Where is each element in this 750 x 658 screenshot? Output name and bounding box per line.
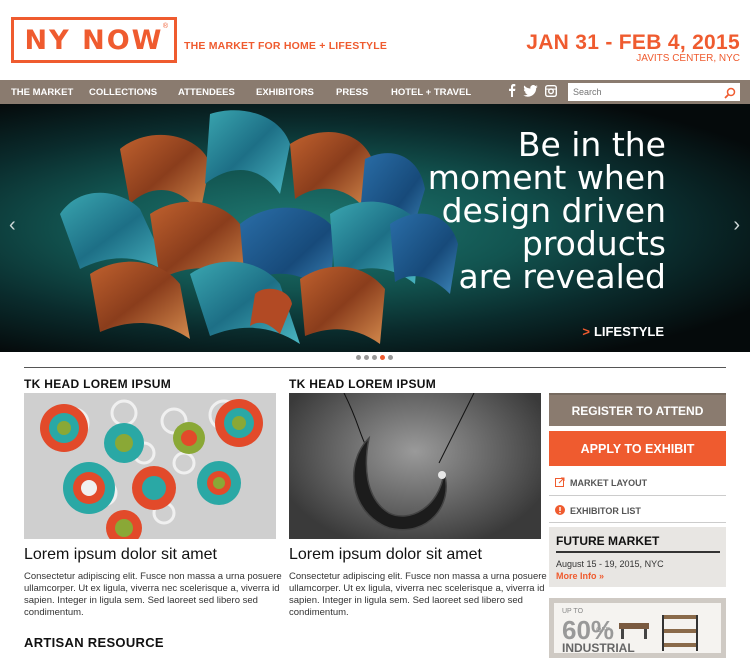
- crescent-necklace-art: [343, 393, 475, 531]
- info-icon: [555, 505, 565, 517]
- event-dates: JAN 31 - FEB 4, 2015: [526, 31, 740, 54]
- exhibitor-list-link[interactable]: EXHIBITOR LIST: [555, 505, 641, 517]
- column-2-description: Consectetur adipiscing elit. Fusce non m…: [289, 571, 547, 618]
- column-2-title[interactable]: Lorem ipsum dolor sit amet: [289, 546, 482, 564]
- carousel-dot-active[interactable]: [380, 355, 385, 360]
- facebook-icon[interactable]: [508, 84, 516, 100]
- nav-item-collections[interactable]: COLLECTIONS: [89, 87, 157, 98]
- map-icon: [555, 477, 565, 489]
- future-market-rule: [556, 551, 720, 553]
- hero-line-4: products: [521, 224, 666, 263]
- column-1-title[interactable]: Lorem ipsum dolor sit amet: [24, 546, 217, 564]
- hero-line-1: Be in the: [517, 125, 666, 164]
- ad-up-to: UP TO: [562, 608, 584, 615]
- carousel-dots: [356, 355, 393, 360]
- market-layout-link[interactable]: MARKET LAYOUT: [555, 477, 647, 489]
- column-2-heading: TK HEAD LOREM IPSUM: [289, 377, 437, 391]
- sidebar-divider: [549, 495, 726, 496]
- market-layout-label: MARKET LAYOUT: [570, 478, 648, 488]
- register-to-attend-button[interactable]: REGISTER TO ATTEND: [549, 393, 726, 426]
- nav-item-the-market[interactable]: THE MARKET: [11, 87, 73, 98]
- column-1-heading: TK HEAD LOREM IPSUM: [24, 377, 172, 391]
- ad-off: OFF: [596, 627, 610, 634]
- instagram-icon[interactable]: [544, 84, 558, 100]
- nav-item-attendees[interactable]: ATTENDEES: [178, 87, 235, 98]
- sidebar-divider: [549, 522, 726, 523]
- hero-line-3: design driven: [441, 191, 666, 230]
- future-market-box: FUTURE MARKET August 15 - 19, 2015, NYC …: [549, 527, 726, 587]
- twitter-icon[interactable]: [523, 84, 538, 100]
- registered-mark: ®: [162, 23, 168, 30]
- nav-item-hotel-travel[interactable]: HOTEL + TRAVEL: [391, 87, 471, 98]
- site-header: NY NOW ® THE MARKET FOR HOME + LIFESTYLE…: [0, 0, 750, 80]
- social-links: [508, 84, 558, 100]
- beaded-jewelry-image[interactable]: [24, 393, 276, 539]
- future-market-date: August 15 - 19, 2015, NYC: [556, 559, 664, 569]
- chevron-right-icon: >: [582, 324, 590, 339]
- search-input[interactable]: [568, 87, 718, 97]
- exhibitor-list-label: EXHIBITOR LIST: [570, 506, 641, 516]
- nav-item-press[interactable]: PRESS: [336, 87, 368, 98]
- carousel-dot[interactable]: [372, 355, 377, 360]
- search-box: [568, 83, 740, 101]
- necklace-image[interactable]: [289, 393, 541, 539]
- carousel-next-arrow[interactable]: ›: [733, 214, 740, 237]
- carousel-dot[interactable]: [388, 355, 393, 360]
- industrial-sale-ad[interactable]: UP TO 60% OFF INDUSTRIAL: [549, 598, 726, 658]
- hero-category-label: LIFESTYLE: [593, 324, 664, 339]
- tagline: THE MARKET FOR HOME + LIFESTYLE: [184, 40, 388, 52]
- logo-text: NY NOW: [24, 24, 164, 56]
- carousel-dot[interactable]: [364, 355, 369, 360]
- hero-headline: Be in the moment when design driven prod…: [428, 128, 666, 293]
- future-market-heading: FUTURE MARKET: [556, 534, 660, 548]
- search-icon[interactable]: [724, 86, 736, 104]
- apply-to-exhibit-button[interactable]: APPLY TO EXHIBIT: [549, 431, 726, 466]
- industrial-furniture-image: [619, 615, 698, 651]
- hero-line-5: are revealed: [458, 257, 666, 296]
- hero-category-link[interactable]: > LIFESTYLE: [582, 324, 664, 339]
- event-venue: JAVITS CENTER, NYC: [636, 53, 740, 64]
- hero-carousel[interactable]: Be in the moment when design driven prod…: [0, 104, 750, 352]
- beaded-jewelry-art: [24, 393, 276, 539]
- column-1-description: Consectetur adipiscing elit. Fusce non m…: [24, 571, 282, 618]
- carousel-prev-arrow[interactable]: ‹: [9, 214, 16, 237]
- hero-line-2: moment when: [427, 158, 666, 197]
- artisan-resource-heading: ARTISAN RESOURCE: [24, 635, 164, 650]
- section-divider: [24, 367, 726, 368]
- carousel-dot[interactable]: [356, 355, 361, 360]
- more-info-link[interactable]: More Info »: [556, 571, 604, 581]
- nav-item-exhibitors[interactable]: EXHIBITORS: [256, 87, 314, 98]
- ny-now-logo[interactable]: NY NOW ®: [11, 17, 177, 63]
